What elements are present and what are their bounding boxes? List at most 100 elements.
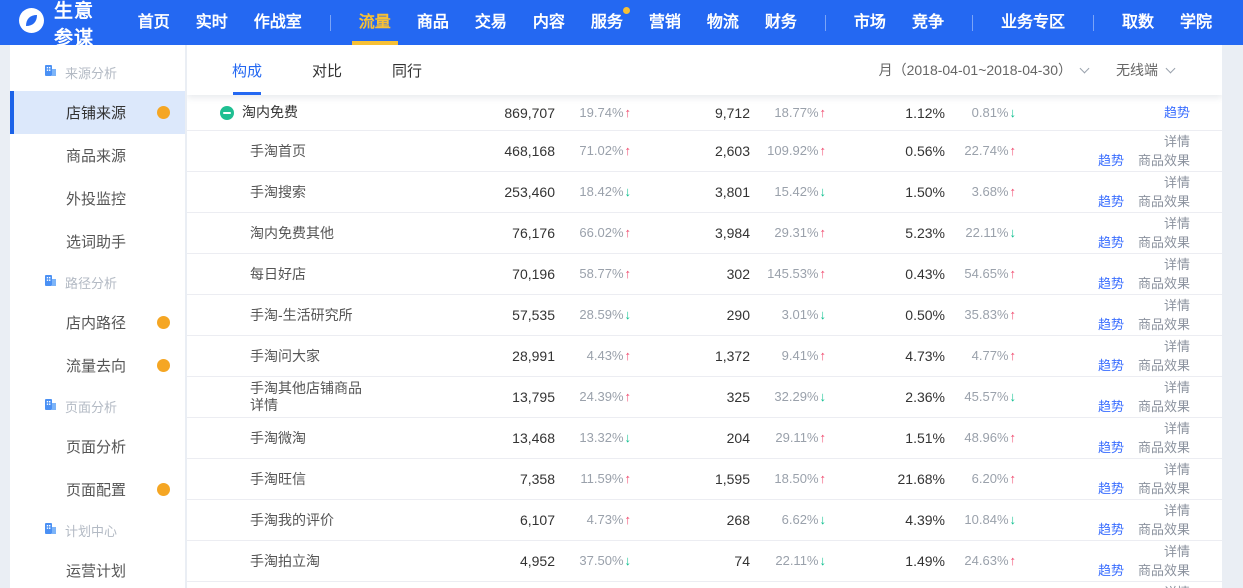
detail-link[interactable]: 详情 [1164,419,1190,438]
sidebar-item[interactable]: 商品来源 [10,134,185,177]
nav-item[interactable]: 首页 [138,0,170,45]
nav-item[interactable]: 业务专区 [1001,0,1065,45]
trend-link[interactable]: 趋势 [1098,233,1124,252]
table-row: 手淘搜索 253,460 18.42%↓ 3,801 15.42%↓ 1.50%… [187,172,1222,213]
product-effect-link[interactable]: 商品效果 [1138,561,1190,580]
trend-link[interactable]: 趋势 [1098,561,1124,580]
detail-link[interactable]: 详情 [1164,501,1190,520]
visitors-value: 4,952 [487,553,555,569]
trend-arrow-icon: ↑ [1010,553,1017,568]
trend-arrow-icon: ↑ [625,471,632,486]
row-actions: 详情 趋势商品效果 [1020,541,1222,581]
nav-item[interactable]: 实时 [196,0,228,45]
product-effect-link[interactable]: 商品效果 [1138,479,1190,498]
product-effect-link[interactable]: 商品效果 [1138,192,1190,211]
trend-arrow-icon: ↓ [625,307,632,322]
channel-select[interactable]: 无线端 [1116,60,1174,80]
sidebar-item[interactable]: 运营计划 [10,549,185,588]
building-icon [44,274,57,290]
product-effect-link[interactable]: 商品效果 [1138,520,1190,539]
sidebar-item[interactable]: 店铺来源 [10,91,185,134]
trend-link[interactable]: 趋势 [1098,356,1124,375]
detail-link[interactable]: 详情 [1164,583,1190,588]
trend-link[interactable]: 趋势 [1098,315,1124,334]
table-row: 手淘-生活研究所 57,535 28.59%↓ 290 3.01%↓ 0.50%… [187,295,1222,336]
detail-link[interactable]: 详情 [1164,296,1190,315]
visitors-value: 13,795 [487,389,555,405]
row-actions: 详情 趋势商品效果 [1020,172,1222,212]
product-effect-link[interactable]: 商品效果 [1138,438,1190,457]
nav-item[interactable]: 营销 [649,0,681,45]
nav-item[interactable]: 财务 [765,0,797,45]
detail-link[interactable]: 详情 [1164,214,1190,233]
nav-item[interactable]: 商品 [417,0,449,45]
trend-link[interactable]: 趋势 [1098,274,1124,293]
source-name: 手淘-生活研究所 [250,307,353,324]
trend-link[interactable]: 趋势 [1098,438,1124,457]
tab[interactable]: 对比 [312,45,342,95]
buyers-value: 290 [635,307,750,323]
nav-items: 首页实时作战室 流量商品交易内容服务营销物流财务 市场竞争 业务专区 取数学院 [125,0,1225,45]
detail-link[interactable]: 详情 [1164,255,1190,274]
detail-link[interactable]: 详情 [1164,132,1190,151]
trend-arrow-icon: ↑ [625,225,632,240]
tab[interactable]: 同行 [392,45,422,95]
main-panel: 构成对比同行 月（2018-04-01~2018-04-30） 无线端 淘内免费… [187,45,1222,588]
nav-item[interactable]: 学院 [1180,0,1212,45]
trend-link[interactable]: 趋势 [1098,151,1124,170]
nav-item[interactable]: 内容 [533,0,565,45]
nav-item[interactable]: 市场 [854,0,886,45]
trend-arrow-icon: ↓ [1010,105,1017,120]
detail-link[interactable]: 详情 [1164,378,1190,397]
trend-link[interactable]: 趋势 [1098,397,1124,416]
nav-item[interactable]: 流量 [359,0,391,45]
detail-link[interactable]: 详情 [1164,460,1190,479]
nav-item[interactable]: 竞争 [912,0,944,45]
product-effect-link[interactable]: 商品效果 [1138,274,1190,293]
collapse-icon[interactable] [220,106,234,120]
page-body: 来源分析店铺来源商品来源外投监控选词助手路径分析店内路径流量去向页面分析页面分析… [0,45,1243,588]
sidebar-item[interactable]: 选词助手 [10,220,185,263]
date-range-select[interactable]: 月（2018-04-01~2018-04-30） [879,60,1088,80]
sidebar-group-label: 来源分析 [65,63,117,82]
trend-link[interactable]: 趋势 [1098,520,1124,539]
trend-arrow-icon: ↑ [625,389,632,404]
tab[interactable]: 构成 [232,45,262,95]
conversion-rate-value: 4.73% [830,348,945,364]
product-effect-link[interactable]: 商品效果 [1138,397,1190,416]
trend-arrow-icon: ↑ [625,348,632,363]
sidebar-item[interactable]: 外投监控 [10,177,185,220]
detail-link[interactable]: 详情 [1164,173,1190,192]
nav-item[interactable]: 服务 [591,0,623,45]
buyers-change: 29.31%↑ [750,224,830,242]
detail-link[interactable]: 详情 [1164,337,1190,356]
nav-divider [330,15,331,31]
visitors-change: 18.42%↓ [555,183,635,201]
detail-link[interactable]: 详情 [1164,542,1190,561]
sidebar-item[interactable]: 页面配置 [10,468,185,511]
nav-item[interactable]: 交易 [475,0,507,45]
trend-arrow-icon: ↓ [820,512,827,527]
buyers-value: 3,984 [635,225,750,241]
brand[interactable]: 生意参谋 [18,0,97,50]
trend-link[interactable]: 趋势 [1098,479,1124,498]
sidebar-group-header: 页面分析 [10,387,185,425]
buyers-change: 6.62%↓ [750,511,830,529]
row-actions: 详情 趋势商品效果 [1020,459,1222,499]
nav-item[interactable]: 取数 [1122,0,1154,45]
product-effect-link[interactable]: 商品效果 [1138,233,1190,252]
product-effect-link[interactable]: 商品效果 [1138,356,1190,375]
trend-link[interactable]: 趋势 [1164,103,1190,122]
nav-item[interactable]: 作战室 [254,0,302,45]
sidebar-item[interactable]: 页面分析 [10,425,185,468]
buyers-value: 74 [635,553,750,569]
trend-link[interactable]: 趋势 [1098,192,1124,211]
nav-divider [1093,15,1094,31]
sidebar-item[interactable]: 店内路径 [10,301,185,344]
visitors-change: 58.77%↑ [555,265,635,283]
sidebar-item[interactable]: 流量去向 [10,344,185,387]
table-row: 淘内免费其他 76,176 66.02%↑ 3,984 29.31%↑ 5.23… [187,213,1222,254]
product-effect-link[interactable]: 商品效果 [1138,151,1190,170]
product-effect-link[interactable]: 商品效果 [1138,315,1190,334]
nav-item[interactable]: 物流 [707,0,739,45]
